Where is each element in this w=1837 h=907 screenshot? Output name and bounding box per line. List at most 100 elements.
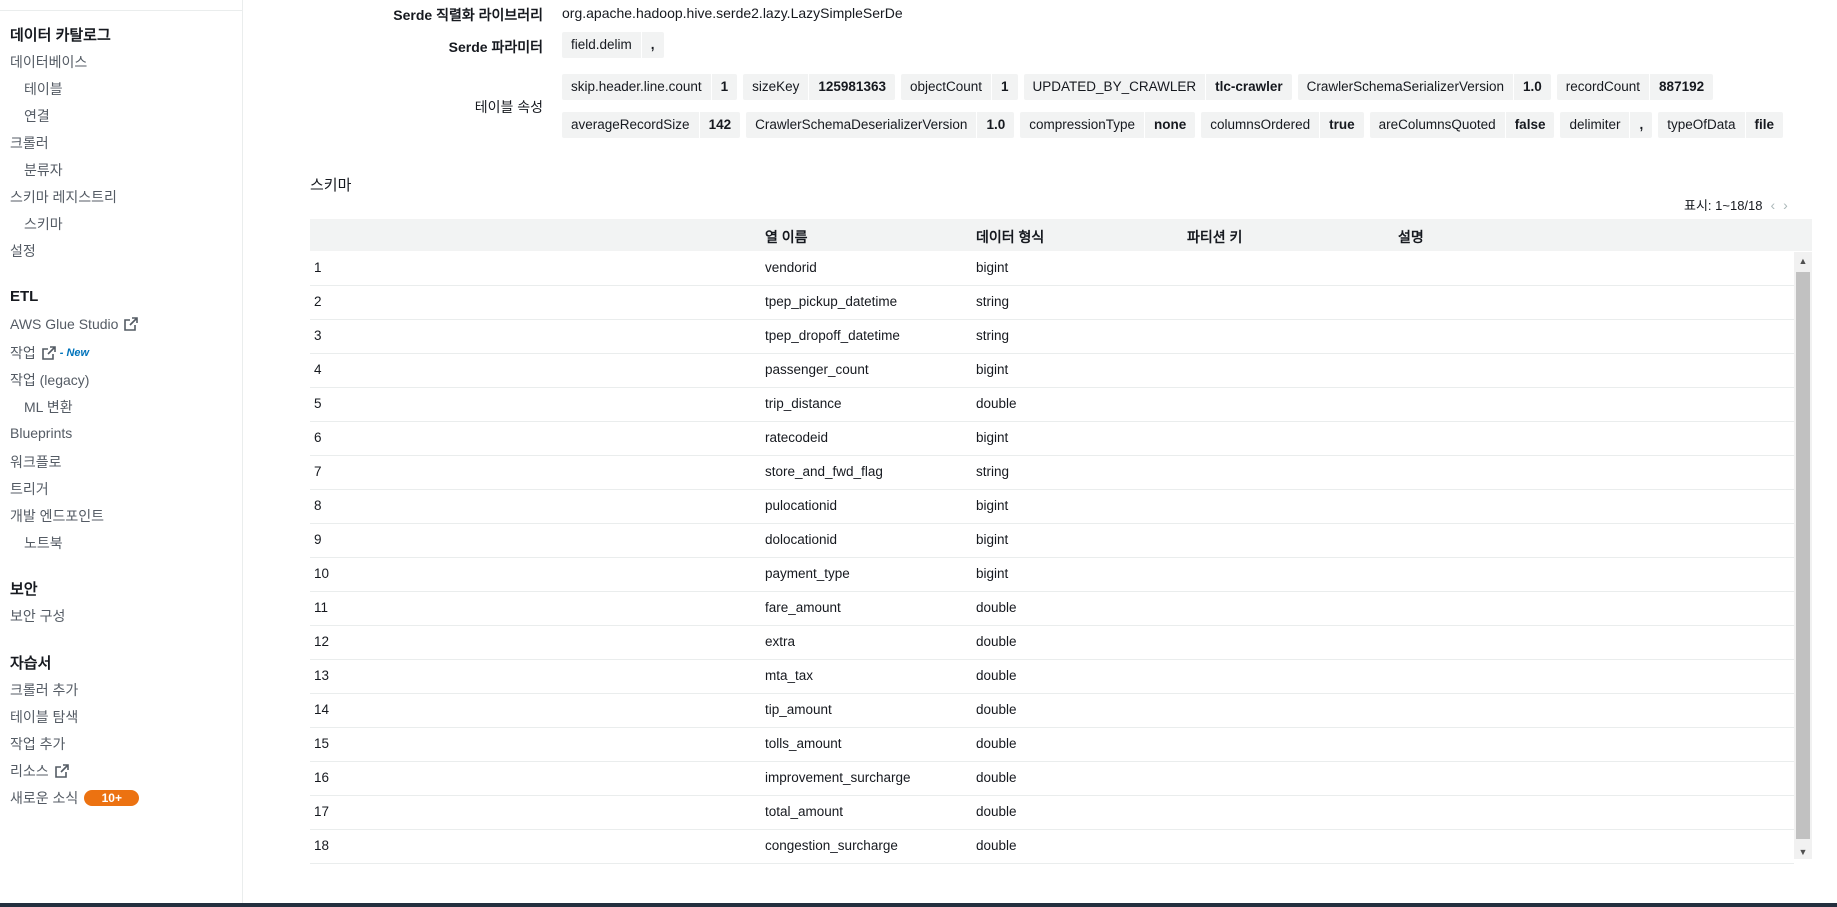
- sidebar-item-add-job[interactable]: 작업 추가: [10, 734, 65, 754]
- external-link-icon: [41, 346, 56, 360]
- sidebar-item-add-crawler[interactable]: 크롤러 추가: [10, 680, 78, 700]
- prop-key: skip.header.line.count: [562, 74, 712, 100]
- table-prop-chip: delimiter,: [1560, 112, 1653, 138]
- column-name: total_amount: [765, 804, 844, 819]
- row-number: 11: [314, 600, 329, 615]
- column-type: string: [976, 294, 1010, 309]
- column-name: store_and_fwd_flag: [765, 464, 883, 479]
- column-type: double: [976, 838, 1017, 853]
- row-number: 1: [314, 260, 322, 275]
- sidebar-item-explore-table[interactable]: 테이블 탐색: [10, 707, 78, 727]
- sidebar-item-whats-new[interactable]: 새로운 소식 10+: [10, 788, 140, 808]
- table-row: 4 passenger_count bigint: [310, 354, 1794, 388]
- prop-value: true: [1329, 117, 1355, 132]
- column-header-description[interactable]: 설명: [1398, 227, 1424, 247]
- column-name: vendorid: [765, 260, 817, 275]
- sidebar-item-dev-endpoints[interactable]: 개발 엔드포인트: [10, 506, 104, 526]
- prop-key: UPDATED_BY_CRAWLER: [1024, 74, 1207, 100]
- table-prop-chip: columnsOrdered true: [1201, 112, 1364, 138]
- sidebar-item-label: 워크플로: [10, 454, 62, 470]
- prop-key: sizeKey: [743, 74, 810, 100]
- column-header-partition-key[interactable]: 파티션 키: [1187, 227, 1242, 247]
- prop-key: areColumnsQuoted: [1370, 112, 1506, 138]
- sidebar-item-notebooks[interactable]: 노트북: [24, 533, 63, 553]
- sidebar-item-triggers[interactable]: 트리거: [10, 479, 49, 499]
- prop-key: CrawlerSchemaSerializerVersion: [1298, 74, 1514, 100]
- table-row: 10 payment_type bigint: [310, 558, 1794, 592]
- sidebar-item-label: 작업 추가: [10, 736, 66, 752]
- new-label: - New: [59, 347, 90, 359]
- row-number: 4: [314, 362, 322, 377]
- column-type: double: [976, 804, 1017, 819]
- column-name: tpep_dropoff_datetime: [765, 328, 900, 343]
- row-number: 18: [314, 838, 330, 853]
- prop-key: averageRecordSize: [562, 112, 700, 138]
- row-number: 15: [314, 736, 330, 751]
- column-type: double: [976, 668, 1017, 683]
- notification-badge: 10+: [84, 790, 140, 806]
- column-name: pulocationid: [765, 498, 838, 513]
- row-number: 17: [314, 804, 330, 819]
- column-type: double: [976, 600, 1017, 615]
- sidebar-item-blueprints[interactable]: Blueprints: [10, 425, 72, 441]
- column-type: bigint: [976, 566, 1009, 581]
- sidebar-item-schemas[interactable]: 스키마: [24, 214, 63, 234]
- sidebar-item-workflows[interactable]: 워크플로: [10, 452, 62, 472]
- sidebar-item-security-configs[interactable]: 보안 구성: [10, 606, 65, 626]
- sidebar-item-databases[interactable]: 데이터베이스: [10, 52, 87, 72]
- sidebar-item-label: 작업 (legacy): [10, 372, 90, 388]
- table-prop-chip: CrawlerSchemaDeserializerVersion 1.0: [746, 112, 1015, 138]
- column-name: congestion_surcharge: [765, 838, 898, 853]
- external-link-icon: [54, 764, 69, 778]
- table-row: 14 tip_amount double: [310, 694, 1794, 728]
- sidebar-item-resources[interactable]: 리소스: [10, 761, 69, 781]
- table-prop-chip: compressionType none: [1020, 112, 1196, 138]
- sidebar-item-crawlers[interactable]: 크롤러: [10, 133, 49, 153]
- schema-table-header: 열 이름 데이터 형식 파티션 키 설명: [310, 219, 1812, 251]
- table-scrollbar[interactable]: ▲ ▼: [1794, 252, 1812, 859]
- row-number: 8: [314, 498, 322, 513]
- sidebar-item-jobs[interactable]: 작업 - New: [10, 343, 89, 363]
- sidebar-item-classifiers[interactable]: 분류자: [24, 160, 63, 180]
- sidebar-item-label: 새로운 소식: [10, 790, 79, 806]
- prop-value: none: [1154, 117, 1187, 132]
- sidebar-item-label: 연결: [24, 108, 50, 124]
- row-number: 2: [314, 294, 322, 309]
- sidebar-item-label: 데이터베이스: [10, 54, 88, 70]
- chevron-left-icon[interactable]: ‹: [1771, 197, 1776, 213]
- serde-param-chip: field.delim,: [562, 32, 664, 58]
- sidebar-item-settings[interactable]: 설정: [10, 241, 36, 261]
- scrollbar-thumb[interactable]: [1796, 272, 1810, 839]
- column-type: double: [976, 702, 1017, 717]
- sidebar-item-schema-registries[interactable]: 스키마 레지스트리: [10, 187, 117, 207]
- prop-value: file: [1754, 117, 1775, 132]
- prop-value: false: [1514, 117, 1546, 132]
- prop-value: 1: [720, 79, 729, 94]
- sidebar-item-connections[interactable]: 연결: [24, 106, 50, 126]
- sidebar-item-glue-studio[interactable]: AWS Glue Studio: [10, 316, 139, 332]
- column-header-name[interactable]: 열 이름: [765, 227, 808, 247]
- prop-key: recordCount: [1557, 74, 1651, 100]
- sidebar-item-label: 테이블 탐색: [10, 709, 79, 725]
- table-row: 18 congestion_surcharge double: [310, 830, 1794, 864]
- scroll-up-icon[interactable]: ▲: [1794, 256, 1812, 266]
- table-row: 8 pulocationid bigint: [310, 490, 1794, 524]
- prop-key: objectCount: [901, 74, 993, 100]
- scroll-down-icon[interactable]: ▼: [1794, 847, 1812, 857]
- prop-value: 887192: [1659, 79, 1705, 94]
- chevron-right-icon[interactable]: ›: [1783, 197, 1788, 213]
- table-prop-chip: recordCount 887192: [1556, 74, 1714, 100]
- external-link-icon: [124, 317, 139, 331]
- column-header-type[interactable]: 데이터 형식: [976, 227, 1044, 247]
- table-row: 2 tpep_pickup_datetime string: [310, 286, 1794, 320]
- sidebar-item-tables[interactable]: 테이블: [24, 79, 63, 99]
- column-type: double: [976, 396, 1017, 411]
- sidebar-item-jobs-legacy[interactable]: 작업 (legacy): [10, 370, 89, 390]
- sidebar-item-ml-transforms[interactable]: ML 변환: [24, 397, 73, 417]
- table-row: 7 store_and_fwd_flag string: [310, 456, 1794, 490]
- table-row: 15 tolls_amount double: [310, 728, 1794, 762]
- pagination-text: 표시: 1~18/18: [1684, 198, 1763, 213]
- sidebar-section-data-catalog: 데이터 카탈로그: [10, 27, 111, 44]
- table-row: 9 dolocationid bigint: [310, 524, 1794, 558]
- serde-params-label: Serde 파라미터: [448, 39, 543, 55]
